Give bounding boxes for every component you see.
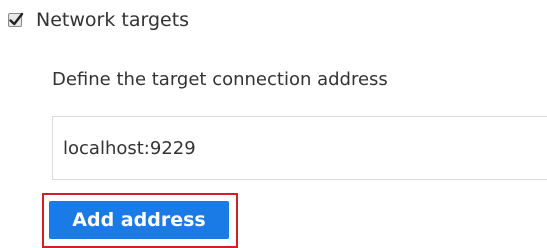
- add-address-button[interactable]: Add address: [49, 201, 229, 239]
- network-targets-checkbox[interactable]: [8, 12, 24, 27]
- checkmark-icon: [9, 12, 24, 26]
- network-targets-checkbox-row[interactable]: Network targets: [8, 8, 189, 32]
- target-address-value: localhost:9229: [63, 137, 196, 159]
- network-targets-label: Network targets: [36, 9, 190, 31]
- target-address-input[interactable]: localhost:9229: [52, 116, 547, 180]
- target-address-heading: Define the target connection address: [52, 69, 388, 90]
